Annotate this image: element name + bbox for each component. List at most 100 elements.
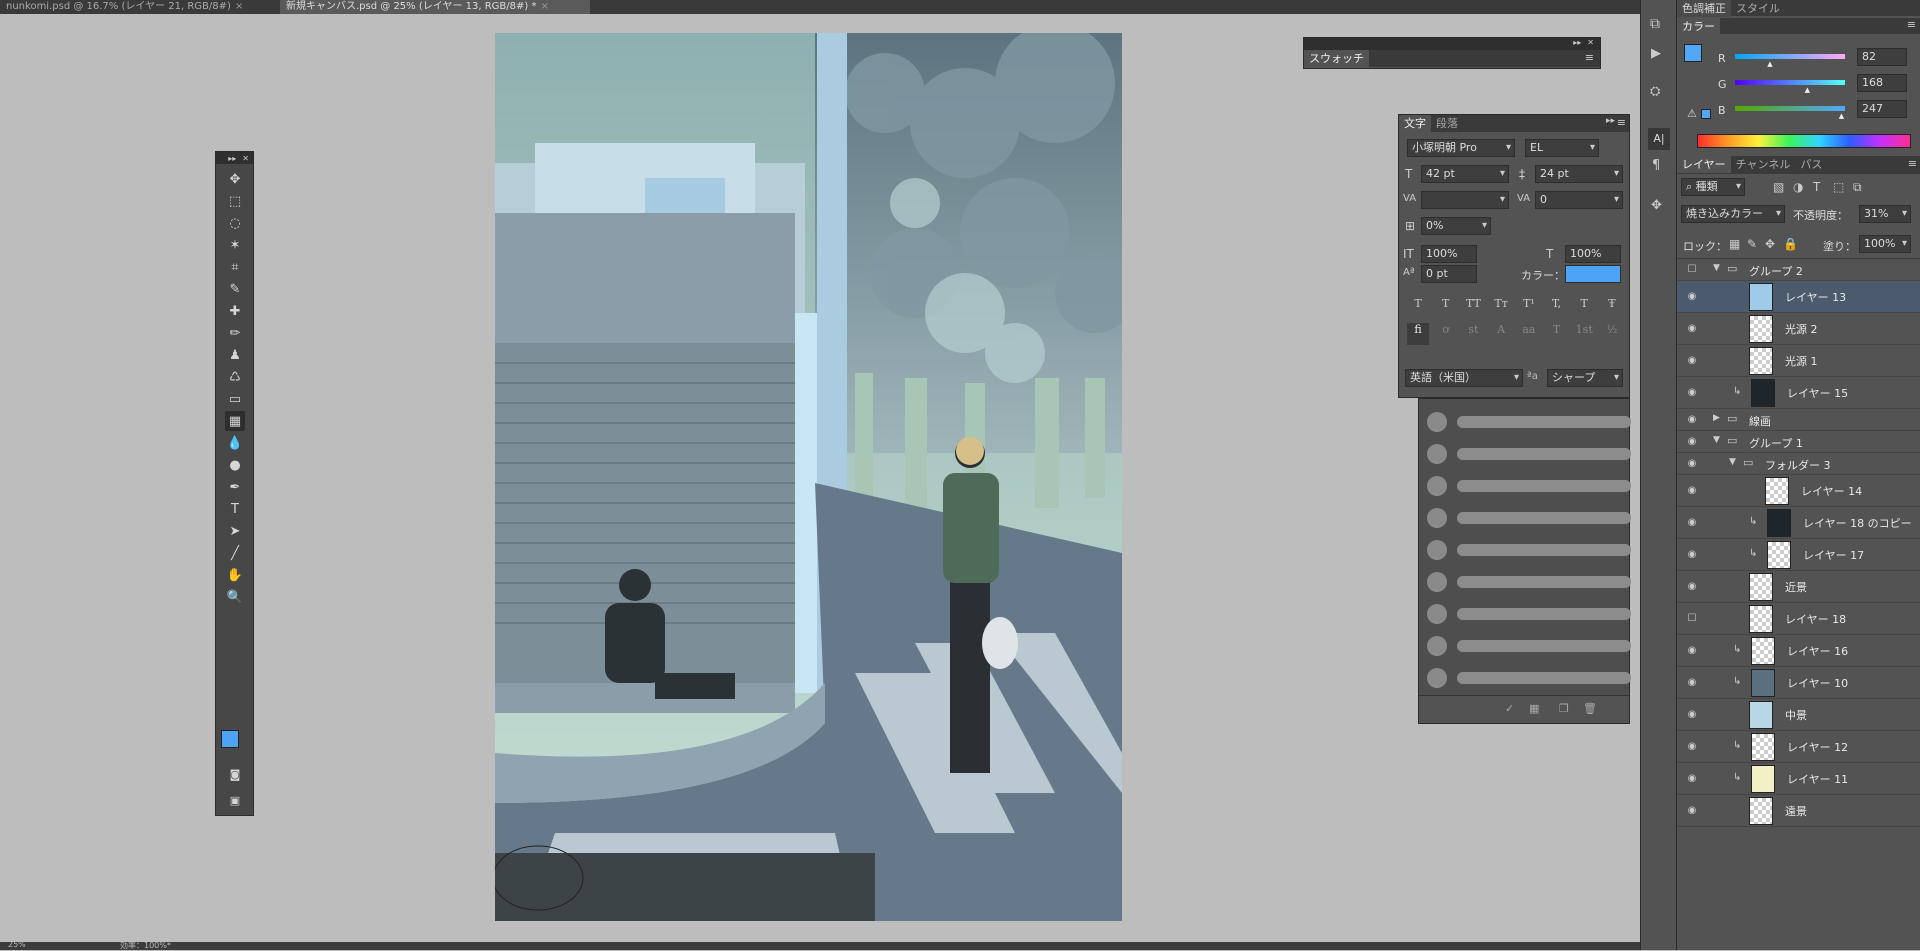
foreground-color-swatch[interactable]: [1684, 44, 1702, 62]
quick-mask-icon[interactable]: ◙: [225, 764, 245, 784]
magic-wand-icon[interactable]: ✶: [225, 235, 245, 255]
clone-stamp-icon[interactable]: ♟: [225, 345, 245, 365]
layer-row[interactable]: ◉ 光源 2: [1677, 313, 1920, 345]
history-icon[interactable]: ⧉: [1650, 16, 1660, 32]
font-family-select[interactable]: 小塚明朝 Pro: [1407, 139, 1515, 157]
layer-group-row[interactable]: ◉ ▼ ▭ フォルダー 3: [1677, 453, 1920, 475]
brush-preset[interactable]: [1427, 505, 1637, 531]
chevron-right-icon[interactable]: ▶: [1713, 413, 1720, 423]
opentype-button[interactable]: st: [1462, 323, 1484, 345]
opentype-button[interactable]: T: [1546, 323, 1568, 345]
layer-row[interactable]: ◉ レイヤー 13: [1677, 281, 1920, 313]
layer-thumbnail[interactable]: [1751, 379, 1775, 407]
layer-thumbnail[interactable]: [1749, 283, 1773, 311]
layer-row[interactable]: ◉ ↳ レイヤー 15: [1677, 377, 1920, 409]
eye-icon[interactable]: ◉: [1685, 677, 1699, 689]
channel-value-input[interactable]: 168: [1857, 74, 1907, 92]
collapse-icon[interactable]: ▸▸: [1606, 116, 1615, 126]
dodge-icon[interactable]: ●: [225, 455, 245, 475]
eye-icon[interactable]: ◉: [1685, 458, 1699, 470]
text-style-button[interactable]: Ŧ: [1601, 297, 1623, 317]
move-icon[interactable]: ✥: [225, 169, 245, 189]
tsume-input[interactable]: 0%: [1421, 217, 1491, 235]
layer-thumbnail[interactable]: [1767, 509, 1791, 537]
close-icon[interactable]: ×: [235, 1, 243, 12]
tab-paragraph[interactable]: 段落: [1431, 115, 1463, 132]
eye-icon[interactable]: ◉: [1685, 741, 1699, 753]
brush-preset[interactable]: [1427, 409, 1637, 435]
channel-value-input[interactable]: 247: [1857, 100, 1907, 118]
layer-name[interactable]: レイヤー 17: [1803, 547, 1864, 563]
layer-name[interactable]: 近景: [1785, 579, 1807, 595]
brush-preset[interactable]: [1427, 537, 1637, 563]
lock-position-icon[interactable]: ✥: [1765, 237, 1775, 251]
filter-type-icon[interactable]: T: [1813, 180, 1820, 194]
layer-row[interactable]: ◉ 遠景: [1677, 795, 1920, 827]
chevron-down-icon[interactable]: ▼: [1713, 263, 1720, 273]
new-brush-icon[interactable]: ❐: [1559, 702, 1569, 715]
leading-input[interactable]: 24 pt: [1535, 165, 1623, 183]
color-spectrum-ramp[interactable]: [1697, 134, 1911, 148]
eye-icon[interactable]: ◉: [1685, 517, 1699, 529]
layer-thumbnail[interactable]: [1765, 477, 1789, 505]
layer-row[interactable]: ☐ レイヤー 18: [1677, 603, 1920, 635]
channel-value-input[interactable]: 82: [1857, 48, 1907, 66]
antialias-select[interactable]: シャープ: [1547, 369, 1623, 387]
panel-menu-icon[interactable]: ≡: [1907, 18, 1916, 31]
layer-thumbnail[interactable]: [1751, 765, 1775, 793]
filter-pixel-icon[interactable]: ▧: [1773, 180, 1784, 194]
eye-icon[interactable]: ◉: [1685, 773, 1699, 785]
brush-preset[interactable]: [1427, 569, 1637, 595]
channel-slider[interactable]: [1735, 54, 1845, 59]
tracking-input[interactable]: 0: [1535, 191, 1623, 209]
layer-thumbnail[interactable]: [1751, 669, 1775, 697]
filter-shape-icon[interactable]: ⬚: [1833, 180, 1844, 194]
channel-slider[interactable]: [1735, 80, 1845, 85]
eye-icon[interactable]: ◉: [1685, 709, 1699, 721]
eye-icon[interactable]: ◉: [1685, 323, 1699, 335]
foreground-color-swatch[interactable]: [221, 730, 239, 748]
tab-layers[interactable]: レイヤー: [1677, 156, 1731, 173]
text-style-button[interactable]: T,: [1546, 297, 1568, 317]
info-icon[interactable]: ⛭: [1650, 84, 1660, 99]
zoom-icon[interactable]: 🔍: [225, 587, 245, 607]
layer-thumbnail[interactable]: [1749, 605, 1773, 633]
text-style-button[interactable]: TT: [1462, 297, 1484, 317]
panel-menu-icon[interactable]: ≡: [1585, 51, 1594, 64]
slider-thumb[interactable]: ▲: [1839, 112, 1844, 120]
chevron-down-icon[interactable]: ▼: [1729, 457, 1736, 467]
layer-thumbnail[interactable]: [1749, 701, 1773, 729]
layer-thumbnail[interactable]: [1767, 541, 1791, 569]
layer-name[interactable]: レイヤー 15: [1787, 385, 1848, 401]
brush-toggle-icon[interactable]: ✓: [1505, 702, 1514, 715]
eye-icon[interactable]: ◉: [1685, 805, 1699, 817]
layer-row[interactable]: ◉ ↳ レイヤー 17: [1677, 539, 1920, 571]
tab-paths[interactable]: パス: [1795, 156, 1827, 173]
zoom-level[interactable]: 25%: [8, 940, 26, 949]
eraser-icon[interactable]: ▭: [225, 389, 245, 409]
layer-thumbnail[interactable]: [1749, 797, 1773, 825]
layer-name[interactable]: 遠景: [1785, 803, 1807, 819]
opentype-button[interactable]: fi: [1407, 323, 1429, 345]
eye-icon[interactable]: ◉: [1685, 581, 1699, 593]
close-icon[interactable]: ×: [540, 1, 548, 12]
text-style-button[interactable]: T: [1573, 297, 1595, 317]
actions-play-icon[interactable]: ▶: [1651, 46, 1661, 61]
layer-name[interactable]: レイヤー 18 のコピー: [1803, 515, 1912, 531]
trash-icon[interactable]: 🗑: [1583, 702, 1597, 715]
opentype-button[interactable]: aa: [1518, 323, 1540, 345]
opentype-button[interactable]: ơ: [1435, 323, 1457, 345]
layer-row[interactable]: ◉ レイヤー 14: [1677, 475, 1920, 507]
lock-all-icon[interactable]: 🔒: [1783, 237, 1798, 251]
layer-thumbnail[interactable]: [1749, 347, 1773, 375]
layer-name[interactable]: レイヤー 10: [1787, 675, 1848, 691]
language-select[interactable]: 英語（米国）: [1405, 369, 1523, 387]
opacity-input[interactable]: 31%: [1859, 205, 1911, 223]
character-panel-icon[interactable]: A|: [1648, 128, 1670, 150]
layer-group-row[interactable]: ☐ ▼ ▭ グループ 2: [1677, 259, 1920, 281]
eyedropper-icon[interactable]: ✎: [225, 279, 245, 299]
layer-filter-select[interactable]: ⌕ 種類: [1681, 178, 1745, 196]
layer-name[interactable]: レイヤー 12: [1787, 739, 1848, 755]
blend-mode-select[interactable]: 焼き込みカラー: [1681, 205, 1785, 223]
font-style-select[interactable]: EL: [1525, 139, 1599, 157]
